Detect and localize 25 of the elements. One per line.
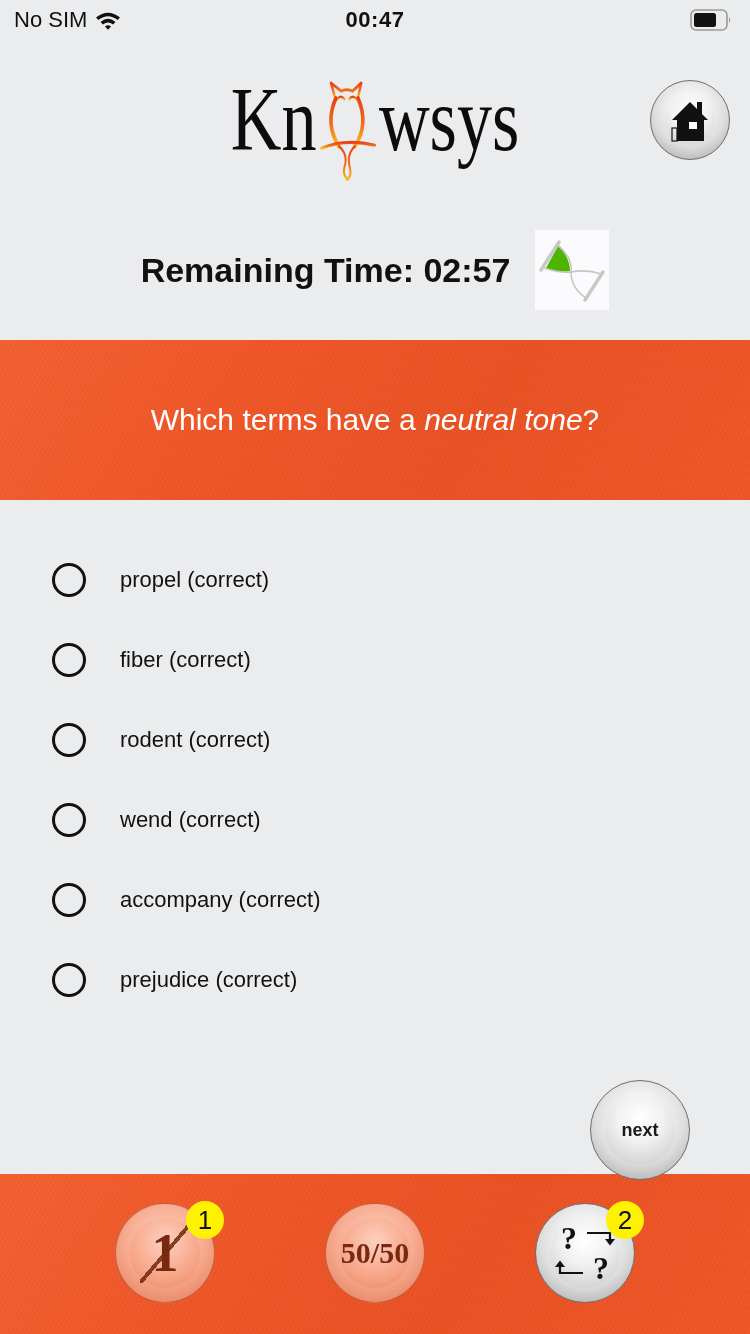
hourglass-icon (535, 230, 610, 310)
count-badge: 1 (186, 1201, 224, 1239)
option-text: fiber (correct) (120, 646, 251, 674)
carrier-text: No SIM (14, 7, 88, 33)
arrow-icon (554, 1260, 584, 1276)
radio-button[interactable] (52, 963, 86, 997)
clock-time: 00:47 (345, 7, 405, 33)
radio-button[interactable] (52, 723, 86, 757)
arrow-icon (586, 1230, 616, 1246)
question-text: Which terms have a neutral tone? (150, 402, 600, 438)
radio-button[interactable] (52, 883, 86, 917)
count-badge: 2 (606, 1201, 644, 1239)
timer-text: Remaining Time: 02:57 (140, 250, 511, 290)
radio-button[interactable] (52, 643, 86, 677)
radio-button[interactable] (52, 803, 86, 837)
option-text: rodent (correct) (120, 726, 271, 754)
option-text: prejudice (correct) (120, 966, 298, 994)
option-text: accompany (correct) (120, 886, 321, 914)
option-text: propel (correct) (120, 566, 270, 594)
radio-button[interactable] (52, 563, 86, 597)
next-button[interactable]: next (590, 1080, 690, 1180)
wifi-icon (95, 10, 122, 30)
logo-text: Kn (230, 75, 317, 165)
battery-icon (690, 9, 732, 31)
option-text: wend (correct) (120, 806, 261, 834)
